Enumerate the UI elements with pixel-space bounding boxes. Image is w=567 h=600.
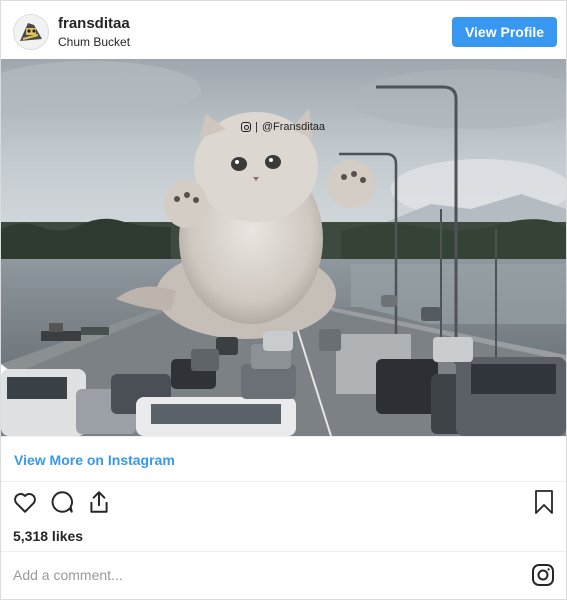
post-header: fransditaa Chum Bucket View Profile	[1, 1, 566, 59]
view-more-link[interactable]: View More on Instagram	[14, 452, 175, 468]
likes-count[interactable]: 5,318 likes	[13, 528, 83, 544]
action-bar	[1, 489, 566, 519]
username[interactable]: fransditaa	[58, 15, 130, 32]
bookmark-icon[interactable]	[532, 489, 556, 520]
heart-icon[interactable]	[12, 489, 38, 520]
instagram-embed-card: fransditaa Chum Bucket View Profile | @F…	[0, 0, 567, 600]
watermark-handle: @Fransditaa	[261, 121, 325, 133]
add-comment-input[interactable]: Add a comment...	[13, 567, 123, 583]
avatar[interactable]	[13, 14, 49, 50]
instagram-icon[interactable]	[531, 563, 555, 592]
location-label[interactable]: Chum Bucket	[58, 35, 130, 49]
watermark-separator: |	[255, 121, 258, 133]
divider	[1, 481, 566, 482]
comment-icon[interactable]	[49, 489, 75, 520]
divider	[1, 551, 566, 552]
instagram-mini-icon	[241, 122, 251, 132]
image-watermark: | @Fransditaa	[241, 121, 325, 133]
share-icon[interactable]	[86, 489, 112, 520]
post-image[interactable]: | @Fransditaa	[1, 59, 566, 436]
divider	[1, 436, 566, 437]
view-profile-button[interactable]: View Profile	[452, 17, 557, 47]
